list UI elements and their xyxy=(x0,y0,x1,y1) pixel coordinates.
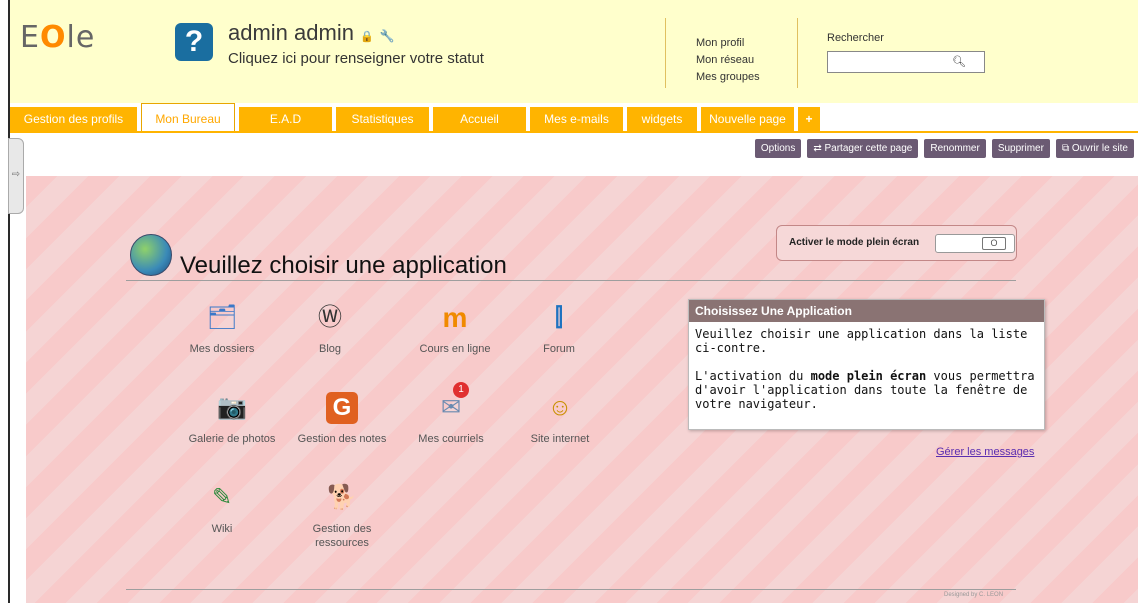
external-link-icon: ⧉ xyxy=(1061,143,1072,154)
page-title: Veuillez choisir une application xyxy=(180,252,507,279)
status-prompt[interactable]: Cliquez ici pour renseigner votre statut xyxy=(228,50,484,67)
app-label: Forum xyxy=(543,343,575,355)
options-button[interactable]: Options xyxy=(754,139,802,158)
app-mes-courriels[interactable]: ✉ 1 Mes courriels xyxy=(396,382,506,446)
tab-nouvelle-page[interactable]: Nouvelle page xyxy=(701,107,794,132)
app-label: Cours en ligne xyxy=(419,343,491,355)
app-label: Mes dossiers xyxy=(189,343,255,355)
credit-text: Designed by C. LEON xyxy=(944,592,1004,598)
tab-mon-bureau[interactable]: Mon Bureau xyxy=(141,103,235,132)
info-panel: Choisissez Une Application Veuillez choi… xyxy=(688,299,1045,430)
header: EOle ? admin admin 🔒 🔧 Cliquez ici pour … xyxy=(10,0,1138,103)
app-label: Gestion des ressources xyxy=(312,523,372,549)
key-icon[interactable]: 🔧 xyxy=(380,29,395,43)
rename-button[interactable]: Renommer xyxy=(924,139,986,158)
app-wiki[interactable]: ✎ Wiki xyxy=(167,482,277,536)
fullscreen-panel: Activer le mode plein écran O xyxy=(776,225,1017,261)
arrow-right-icon: ⇨ xyxy=(11,169,21,180)
unread-badge: 1 xyxy=(453,382,469,398)
app-gestion-ressources[interactable]: 🐕 Gestion des ressources xyxy=(287,482,397,550)
app-label: Galerie de photos xyxy=(188,433,276,445)
divider xyxy=(665,18,666,88)
manage-messages-link[interactable]: Gérer les messages xyxy=(936,446,1034,458)
delete-button[interactable]: Supprimer xyxy=(991,139,1050,158)
app-mes-dossiers[interactable]: 🗂 Mes dossiers xyxy=(167,302,277,356)
app-cours-en-ligne[interactable]: m Cours en ligne xyxy=(400,302,510,356)
forum-icon: ⫿ xyxy=(555,304,563,331)
resources-icon: 🐕 xyxy=(327,484,357,511)
eole-logo[interactable]: EOle xyxy=(20,20,95,55)
app-gestion-notes[interactable]: G Gestion des notes xyxy=(287,392,397,446)
info-panel-body: Veuillez choisir une application dans la… xyxy=(689,322,1044,416)
add-tab-button[interactable]: + xyxy=(798,107,820,132)
app-label: Site internet xyxy=(530,433,590,445)
website-icon: ☺ xyxy=(547,394,573,421)
camera-icon: 📷 xyxy=(217,394,247,421)
wiki-icon: ✎ xyxy=(211,484,233,511)
link-profile[interactable]: Mon profil xyxy=(696,35,760,52)
divider xyxy=(797,18,798,88)
tab-statistiques[interactable]: Statistiques xyxy=(336,107,429,132)
fullscreen-toggle[interactable]: O xyxy=(935,234,1015,253)
app-site-internet[interactable]: ☺ Site internet xyxy=(505,392,615,446)
folder-icon: 🗂 xyxy=(206,304,238,331)
toggle-knob: O xyxy=(982,237,1006,250)
avatar[interactable]: ? xyxy=(175,23,213,61)
link-network[interactable]: Mon réseau xyxy=(696,52,760,69)
open-site-button[interactable]: ⧉ Ouvrir le site xyxy=(1055,139,1134,158)
user-name: admin admin 🔒 🔧 xyxy=(228,20,395,45)
share-page-button[interactable]: ⇄ Partager cette page xyxy=(807,139,919,158)
info-panel-title: Choisissez Une Application xyxy=(689,300,1044,322)
tab-mes-emails[interactable]: Mes e-mails xyxy=(530,107,623,132)
globe-icon xyxy=(130,234,172,276)
search-input[interactable]: 🔍︎ xyxy=(827,51,985,73)
link-groups[interactable]: Mes groupes xyxy=(696,69,760,86)
search-label: Rechercher xyxy=(827,32,884,44)
share-icon: ⇄ xyxy=(813,143,825,154)
mail-icon: ✉ 1 xyxy=(435,382,469,424)
app-label: Gestion des notes xyxy=(297,433,387,445)
app-label: Blog xyxy=(318,343,342,355)
lock-icon: 🔒 xyxy=(360,31,374,43)
sidebar-toggle[interactable]: ⇨ xyxy=(8,138,24,214)
app-blog[interactable]: Ⓦ Blog xyxy=(275,302,385,356)
wordpress-icon: Ⓦ xyxy=(318,304,342,331)
divider xyxy=(126,280,1016,281)
user-links: Mon profil Mon réseau Mes groupes xyxy=(696,35,760,86)
tab-accueil[interactable]: Accueil xyxy=(433,107,526,132)
tab-bar: Gestion des profils Mon Bureau E.A.D Sta… xyxy=(10,103,820,132)
moodle-icon: m xyxy=(442,302,468,333)
app-forum[interactable]: ⫿ Forum xyxy=(504,302,614,356)
app-galerie-photos[interactable]: 📷 Galerie de photos xyxy=(177,392,287,446)
app-label: Mes courriels xyxy=(418,433,484,445)
tab-gestion-profils[interactable]: Gestion des profils xyxy=(10,107,137,132)
divider xyxy=(126,589,1016,590)
tab-widgets[interactable]: widgets xyxy=(627,107,697,132)
page-actions: Options ⇄ Partager cette page Renommer S… xyxy=(754,139,1134,158)
desktop-area: Veuillez choisir une application Activer… xyxy=(26,176,1138,603)
search-icon[interactable]: 🔍︎ xyxy=(952,55,966,68)
app-label: Wiki xyxy=(211,523,233,535)
fullscreen-label: Activer le mode plein écran xyxy=(789,237,920,248)
grades-icon: G xyxy=(326,392,358,424)
info-text: L'activation du mode plein écran vous pe… xyxy=(695,369,1035,411)
tab-ead[interactable]: E.A.D xyxy=(239,107,332,132)
info-text: Veuillez choisir une application dans la… xyxy=(695,327,1028,355)
tab-underline xyxy=(10,131,1138,133)
